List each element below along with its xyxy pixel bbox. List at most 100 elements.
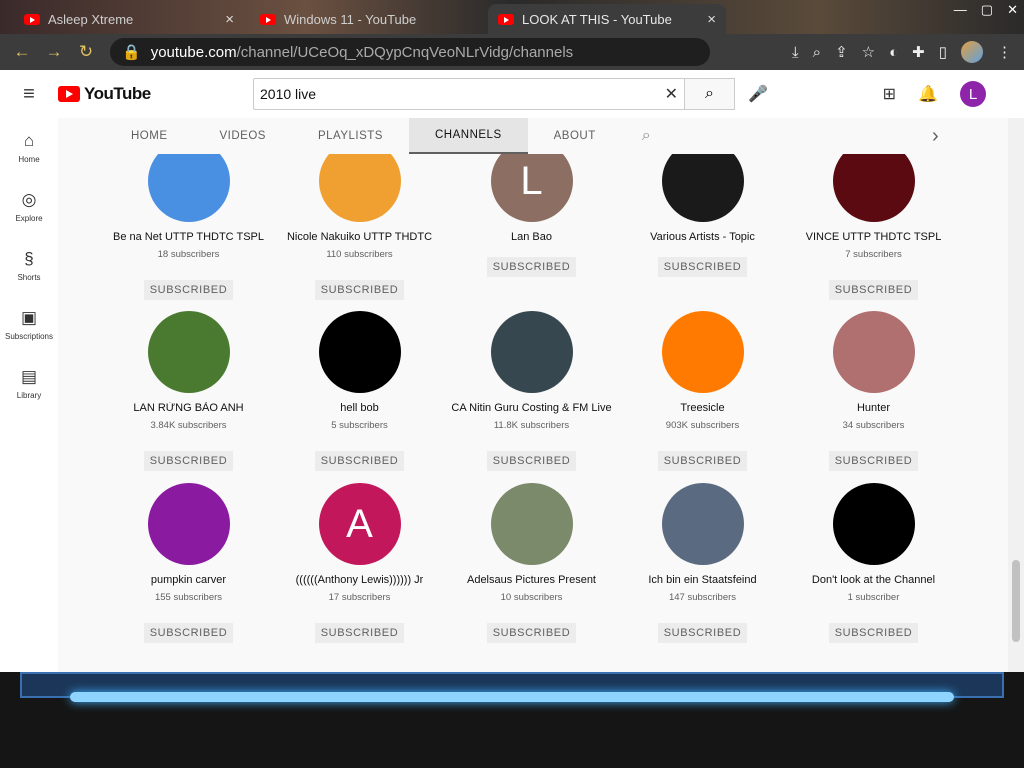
channel-name[interactable]: Be na Net UTTP THDTC TSPL: [113, 231, 264, 243]
back-icon[interactable]: ←: [6, 42, 38, 62]
subscriptions-icon: ▣: [20, 308, 38, 327]
install-icon[interactable]: ⤓: [792, 44, 799, 61]
channel-name[interactable]: Treesicle: [680, 402, 724, 414]
zoom-icon[interactable]: ⌕: [813, 44, 821, 61]
subscribed-button[interactable]: SUBSCRIBED: [657, 623, 748, 643]
guide-label: Library: [16, 391, 42, 400]
chevron-right-icon[interactable]: ›: [932, 125, 939, 148]
subscribed-button[interactable]: SUBSCRIBED: [486, 623, 577, 643]
subscribed-button[interactable]: SUBSCRIBED: [828, 451, 919, 471]
address-bar[interactable]: 🔒 youtube.com/channel/UCeOq_xDQypCnqVeoNL…: [110, 38, 710, 66]
lock-icon: 🔒: [122, 44, 141, 61]
share-icon[interactable]: ⇪: [835, 43, 848, 61]
youtube-logo[interactable]: YouTube: [58, 84, 151, 104]
channel-avatar[interactable]: [318, 311, 401, 393]
extensions-icon[interactable]: ✚: [912, 43, 925, 61]
channel-name[interactable]: hell bob: [340, 402, 379, 414]
channel-name[interactable]: Lan Bao: [511, 231, 552, 243]
subscribed-button[interactable]: SUBSCRIBED: [828, 280, 919, 300]
guide-item-shorts[interactable]: § Shorts: [0, 236, 58, 295]
subscribed-button[interactable]: SUBSCRIBED: [143, 623, 234, 643]
guide-item-home[interactable]: ⌂ Home: [0, 118, 58, 177]
subscribed-button[interactable]: SUBSCRIBED: [657, 257, 748, 277]
channel-card: Nicole Nakuiko UTTP THDTC 110 subscribers…: [274, 154, 445, 300]
channel-avatar[interactable]: [661, 483, 744, 565]
youtube-page: ≡ YouTube 2010 live ✕ ⌕ 🎤 ⊞ 🔔 L ⌂ Home ◎ Explo…: [0, 70, 1024, 672]
channel-name[interactable]: Adelsaus Pictures Present: [467, 574, 596, 586]
channel-avatar[interactable]: [490, 483, 573, 565]
page-scrollbar[interactable]: [1008, 118, 1024, 672]
subscribed-button[interactable]: SUBSCRIBED: [657, 451, 748, 471]
subscribed-button[interactable]: SUBSCRIBED: [314, 451, 405, 471]
channel-avatar[interactable]: [832, 311, 915, 393]
tab-title: Windows 11 - YouTube: [284, 11, 417, 27]
hamburger-menu-icon[interactable]: ≡: [0, 83, 58, 106]
close-icon[interactable]: ×: [707, 11, 716, 28]
profile-avatar[interactable]: [961, 41, 983, 63]
window-controls: — ▢ ✕: [954, 2, 1018, 18]
microphone-icon[interactable]: 🎤: [748, 84, 768, 104]
create-video-icon[interactable]: ⊞: [883, 84, 896, 104]
subscribed-button[interactable]: SUBSCRIBED: [314, 280, 405, 300]
guide-item-explore[interactable]: ◎ Explore: [0, 177, 58, 236]
profile-flag-icon[interactable]: ◐: [889, 44, 898, 61]
guide-label: Subscriptions: [4, 332, 54, 341]
channel-name[interactable]: CA Nitin Guru Costing & FM Live: [451, 402, 611, 414]
subscribed-button[interactable]: SUBSCRIBED: [314, 623, 405, 643]
channel-name[interactable]: ((((((Anthony Lewis)))))) Jr: [296, 574, 424, 586]
bookmark-star-icon[interactable]: ☆: [862, 43, 875, 61]
channel-name[interactable]: Hunter: [857, 402, 890, 414]
channel-avatar[interactable]: [661, 311, 744, 393]
search-button[interactable]: ⌕: [684, 78, 735, 110]
channel-avatar[interactable]: A: [318, 483, 401, 565]
channel-avatar[interactable]: [832, 154, 915, 222]
subscriber-count: 11.8K subscribers: [493, 420, 570, 431]
tab-about[interactable]: ABOUT: [528, 118, 622, 154]
close-icon[interactable]: ×: [225, 11, 234, 28]
browser-tab-2[interactable]: Windows 11 - YouTube: [250, 4, 480, 34]
reload-icon[interactable]: ↻: [70, 42, 102, 62]
channel-avatar[interactable]: [661, 154, 744, 222]
channel-name[interactable]: Ich bin ein Staatsfeind: [648, 574, 756, 586]
channel-avatar[interactable]: [147, 311, 230, 393]
browser-tab-1[interactable]: Asleep Xtreme ×: [14, 4, 244, 34]
guide-item-subscriptions[interactable]: ▣ Subscriptions: [0, 295, 58, 354]
channel-search-icon[interactable]: ⌕: [642, 127, 651, 145]
minimize-icon[interactable]: —: [954, 2, 967, 18]
sidebar-icon[interactable]: ▯: [939, 43, 947, 61]
notifications-bell-icon[interactable]: 🔔: [918, 84, 938, 104]
clear-search-icon[interactable]: ✕: [665, 84, 678, 104]
channel-avatar[interactable]: [147, 154, 230, 222]
guide-item-library[interactable]: ▤ Library: [0, 354, 58, 413]
maximize-icon[interactable]: ▢: [981, 2, 993, 18]
menu-dots-icon[interactable]: ⋮: [997, 43, 1012, 61]
channel-name[interactable]: Various Artists - Topic: [650, 231, 755, 243]
subscribed-button[interactable]: SUBSCRIBED: [486, 257, 577, 277]
channel-avatar[interactable]: [832, 483, 915, 565]
tab-videos[interactable]: VIDEOS: [194, 118, 292, 154]
search-input[interactable]: 2010 live ✕: [253, 78, 685, 110]
channel-name[interactable]: Don't look at the Channel: [812, 574, 935, 586]
subscribed-button[interactable]: SUBSCRIBED: [828, 623, 919, 643]
scrollbar-thumb[interactable]: [1012, 560, 1020, 642]
close-window-icon[interactable]: ✕: [1007, 2, 1018, 18]
tab-home[interactable]: HOME: [58, 118, 194, 154]
channel-avatar[interactable]: [318, 154, 401, 222]
tab-playlists[interactable]: PLAYLISTS: [292, 118, 409, 154]
subscribed-button[interactable]: SUBSCRIBED: [143, 451, 234, 471]
channel-avatar[interactable]: L: [490, 154, 573, 222]
channel-name[interactable]: VINCE UTTP THDTC TSPL: [806, 231, 942, 243]
subscriber-count: 34 subscribers: [842, 420, 905, 431]
subscribed-button[interactable]: SUBSCRIBED: [486, 451, 577, 471]
user-avatar[interactable]: L: [960, 81, 986, 107]
channel-name[interactable]: pumpkin carver: [151, 574, 226, 586]
channel-name[interactable]: LAN RỪNG BẢO ANH: [133, 402, 243, 414]
forward-icon[interactable]: →: [38, 42, 70, 62]
channel-avatar[interactable]: [490, 311, 573, 393]
mini-guide: ⌂ Home ◎ Explore § Shorts ▣ Subscriptions ▤ Libra…: [0, 118, 58, 672]
tab-channels[interactable]: CHANNELS: [408, 118, 528, 154]
browser-tab-active[interactable]: LOOK AT THIS - YouTube ×: [488, 4, 726, 34]
subscribed-button[interactable]: SUBSCRIBED: [143, 280, 234, 300]
channel-name[interactable]: Nicole Nakuiko UTTP THDTC: [287, 231, 432, 243]
channel-avatar[interactable]: [147, 483, 230, 565]
